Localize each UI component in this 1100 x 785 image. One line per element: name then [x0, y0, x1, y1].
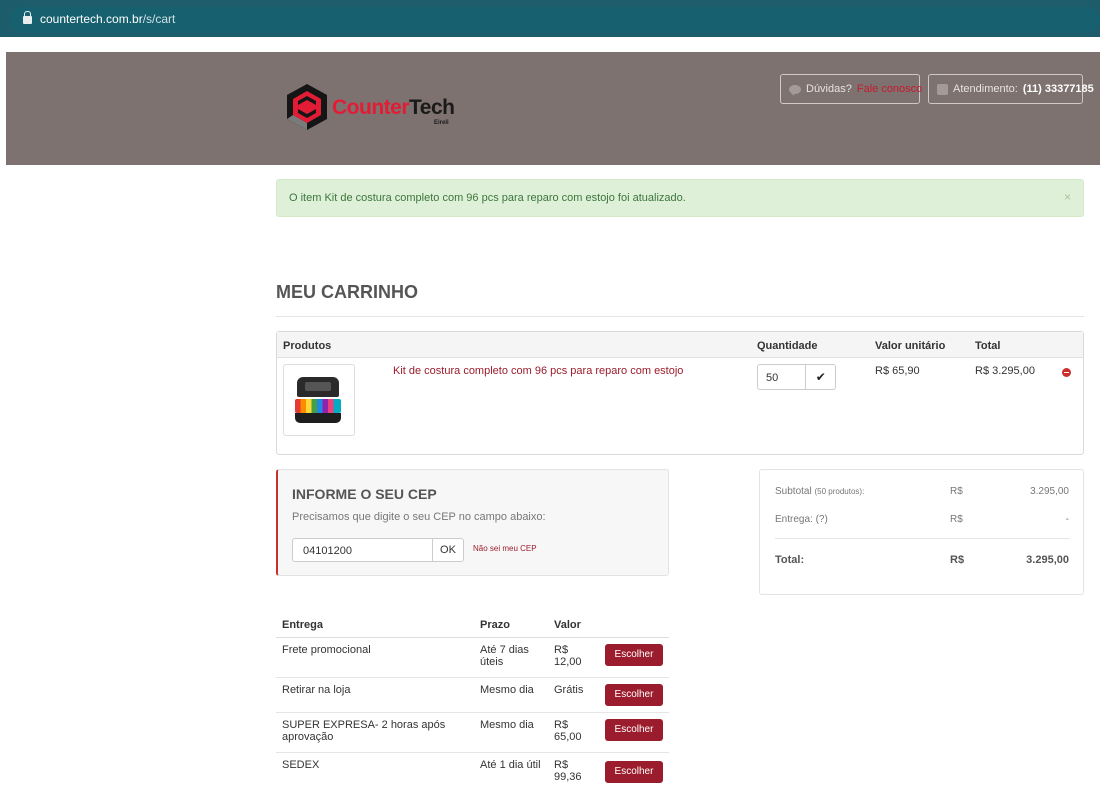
product-name-link[interactable]: Kit de costura completo com 96 pcs para … [393, 365, 683, 377]
choose-shipping-button[interactable]: Escolher [605, 644, 663, 666]
site-logo[interactable]: CounterTech Eireli [278, 82, 478, 132]
shipping-option-value: R$ 65,00 [554, 719, 582, 743]
shipping-option-term: Até 1 dia útil [480, 759, 541, 771]
line-total: R$ 3.295,00 [975, 365, 1035, 377]
total-currency: R$ [950, 554, 965, 566]
phone-support-button[interactable]: Atendimento: (11) 33377185 [928, 74, 1094, 104]
product-image[interactable] [283, 364, 355, 436]
quantity-input[interactable]: 50 [758, 365, 805, 389]
brand-counter: Counter [332, 96, 410, 119]
shipping-option-name: SUPER EXPRESA- 2 horas após aprovação [282, 719, 446, 743]
alert-message: O item Kit de costura completo com 96 pc… [289, 192, 686, 204]
column-total: Total [975, 340, 1001, 352]
shipping-table: Entrega Prazo Valor Frete promocional At… [276, 612, 669, 785]
success-alert: O item Kit de costura completo com 96 pc… [276, 179, 1084, 217]
phone-icon [937, 83, 948, 95]
order-summary: Subtotal (50 produtos): R$ 3.295,00 Entr… [759, 469, 1084, 595]
choose-shipping-button[interactable]: Escolher [605, 761, 663, 783]
column-value: Valor [554, 619, 581, 631]
cart-table: Produtos Quantidade Valor unitário Total… [276, 331, 1084, 455]
total-value: 3.295,00 [1026, 554, 1069, 566]
delivery-currency: R$ [950, 514, 963, 525]
summary-divider [775, 538, 1070, 539]
cart-table-header: Produtos Quantidade Valor unitário Total [277, 332, 1083, 358]
shipping-option-name: Retirar na loja [282, 684, 351, 696]
shipping-option-term: Mesmo dia [480, 719, 534, 731]
shipping-option-row: SUPER EXPRESA- 2 horas após aprovação Me… [276, 713, 669, 753]
shipping-option-value: Grátis [554, 684, 584, 696]
unit-price: R$ 65,90 [875, 365, 920, 377]
phone-number: (11) 33377185 [1022, 83, 1094, 95]
shipping-table-header: Entrega Prazo Valor [276, 612, 669, 638]
cep-panel: INFORME O SEU CEP Precisamos que digite … [276, 469, 669, 576]
phone-label: Atendimento: [953, 83, 1018, 95]
shipping-option-row: SEDEX Até 1 dia útil R$ 99,36 Escolher [276, 753, 669, 785]
shipping-option-name: Frete promocional [282, 644, 371, 656]
column-term: Prazo [480, 619, 510, 631]
column-delivery: Entrega [282, 619, 323, 631]
shipping-option-name: SEDEX [282, 759, 320, 771]
contact-us-button[interactable]: Dúvidas? Fale conosco [780, 74, 923, 104]
site-header [6, 52, 1100, 165]
help-label: Dúvidas? [806, 83, 852, 95]
close-icon[interactable]: × [1064, 190, 1071, 204]
choose-shipping-button[interactable]: Escolher [605, 684, 663, 706]
page-title: MEU CARRINHO [276, 282, 418, 302]
lock-icon [23, 11, 32, 24]
shipping-option-term: Mesmo dia [480, 684, 534, 696]
sewing-kit-picture [294, 375, 344, 425]
brand-name: CounterTech [332, 96, 455, 120]
update-quantity-button[interactable]: ✔ [805, 365, 835, 389]
subtotal-currency: R$ [950, 486, 963, 497]
delivery-value: - [1065, 514, 1069, 525]
chat-bubble-icon [789, 84, 801, 96]
quantity-input-group: 50 ✔ [757, 364, 836, 390]
cep-instructions: Precisamos que digite o seu CEP no campo… [292, 511, 546, 523]
shipping-option-row: Frete promocional Até 7 dias úteis R$ 12… [276, 638, 669, 678]
shipping-option-row: Retirar na loja Mesmo dia Grátis Escolhe… [276, 678, 669, 713]
shipping-option-term: Até 7 dias úteis [480, 644, 529, 668]
unknown-cep-link[interactable]: Não sei meu CEP [473, 544, 537, 553]
subtotal-value: 3.295,00 [1030, 486, 1069, 497]
logo-hexagon-icon [287, 84, 327, 130]
column-unit-price: Valor unitário [875, 340, 946, 352]
title-divider [276, 316, 1084, 317]
cep-title: INFORME O SEU CEP [292, 486, 437, 502]
url-path: /s/cart [142, 12, 176, 26]
url-text[interactable]: countertech.com.br/s/cart [40, 12, 175, 26]
contact-link: Fale conosco [856, 83, 923, 95]
delivery-label[interactable]: Entrega: (?) [775, 514, 828, 525]
remove-circle-icon[interactable] [1062, 368, 1071, 377]
shipping-option-value: R$ 12,00 [554, 644, 582, 668]
brand-tech: Tech [409, 96, 455, 119]
shipping-option-value: R$ 99,36 [554, 759, 582, 783]
subtotal-label: Subtotal (50 produtos): [775, 486, 865, 497]
total-label: Total: [775, 554, 805, 566]
brand-suffix: Eireli [434, 120, 449, 126]
checkmark-icon: ✔ [815, 370, 826, 384]
url-domain: countertech.com.br [40, 12, 143, 26]
cep-ok-button[interactable]: OK [432, 538, 464, 562]
column-products: Produtos [283, 340, 332, 352]
choose-shipping-button[interactable]: Escolher [605, 719, 663, 741]
cep-input[interactable]: 04101200 [292, 538, 433, 562]
column-quantity: Quantidade [757, 340, 818, 352]
browser-address-bar: countertech.com.br/s/cart [0, 0, 1100, 40]
